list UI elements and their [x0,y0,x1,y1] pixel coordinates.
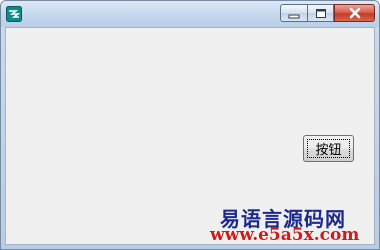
minimize-button[interactable] [280,4,308,22]
maximize-icon [315,4,327,23]
maximize-button[interactable] [307,4,334,22]
app-icon[interactable] [6,6,22,22]
watermark-url: www.e5a5x.com [210,225,360,245]
push-button-label: 按钮 [315,143,342,158]
close-button[interactable] [334,4,375,22]
title-bar[interactable] [1,1,379,27]
minimize-icon [288,4,300,23]
close-icon [348,4,362,23]
push-button[interactable]: 按钮 [303,135,354,162]
